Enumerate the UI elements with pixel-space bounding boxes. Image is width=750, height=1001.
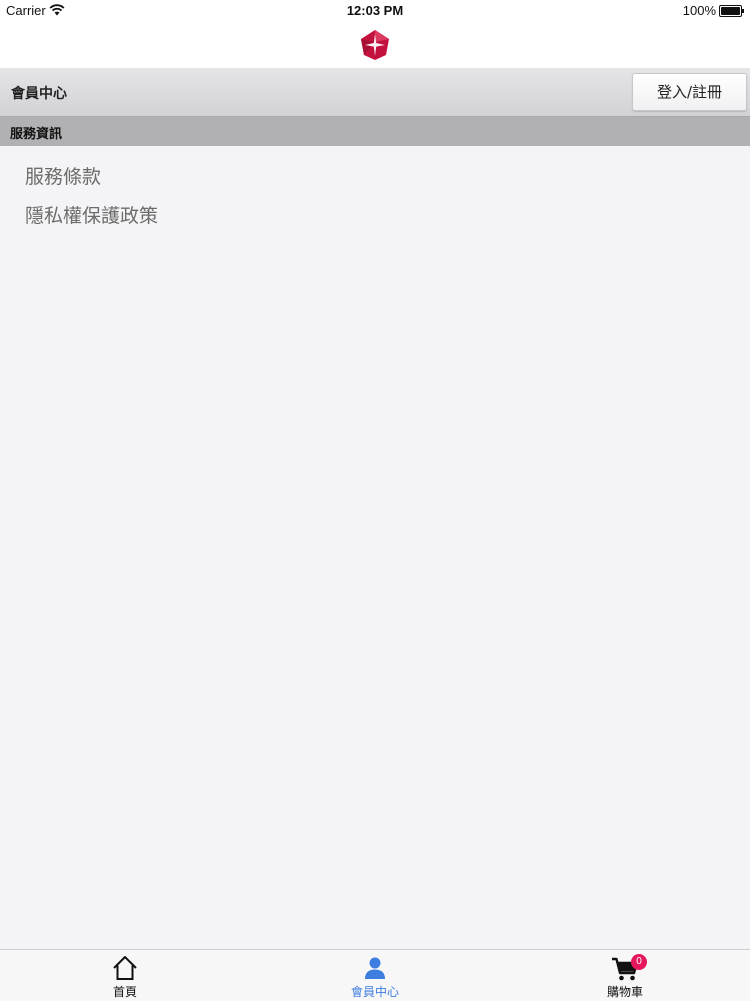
tab-bar: 首頁 會員中心 0 購物車 [0, 949, 750, 1001]
person-icon [365, 957, 385, 979]
status-time: 12:03 PM [346, 3, 404, 18]
ruby-star-logo[interactable] [358, 28, 392, 62]
tab-member-center[interactable]: 會員中心 [295, 950, 455, 1001]
privacy-policy-link[interactable]: 隱私權保護政策 [25, 201, 158, 228]
page-title: 會員中心 [11, 86, 67, 102]
terms-of-service-link[interactable]: 服務條款 [25, 162, 101, 189]
status-bar: Carrier 12:03 PM 100% [0, 0, 750, 22]
battery-icon [719, 5, 744, 17]
login-register-button[interactable]: 登入/註冊 [632, 73, 747, 111]
cart-count-badge: 0 [631, 954, 647, 970]
tab-cart-label: 購物車 [606, 985, 643, 999]
section-header-service-info: 服務資訊 [0, 117, 750, 146]
tab-home[interactable]: 首頁 [45, 950, 205, 1001]
section-title: 服務資訊 [10, 127, 63, 142]
tab-member-label: 會員中心 [350, 985, 399, 999]
home-icon [113, 956, 137, 980]
battery-percentage: 100% [682, 3, 716, 18]
tab-home-label: 首頁 [112, 985, 137, 999]
member-center-bar: 會員中心 登入/註冊 [0, 68, 750, 117]
nav-header [0, 22, 750, 68]
tab-cart[interactable]: 0 購物車 [545, 950, 705, 1001]
